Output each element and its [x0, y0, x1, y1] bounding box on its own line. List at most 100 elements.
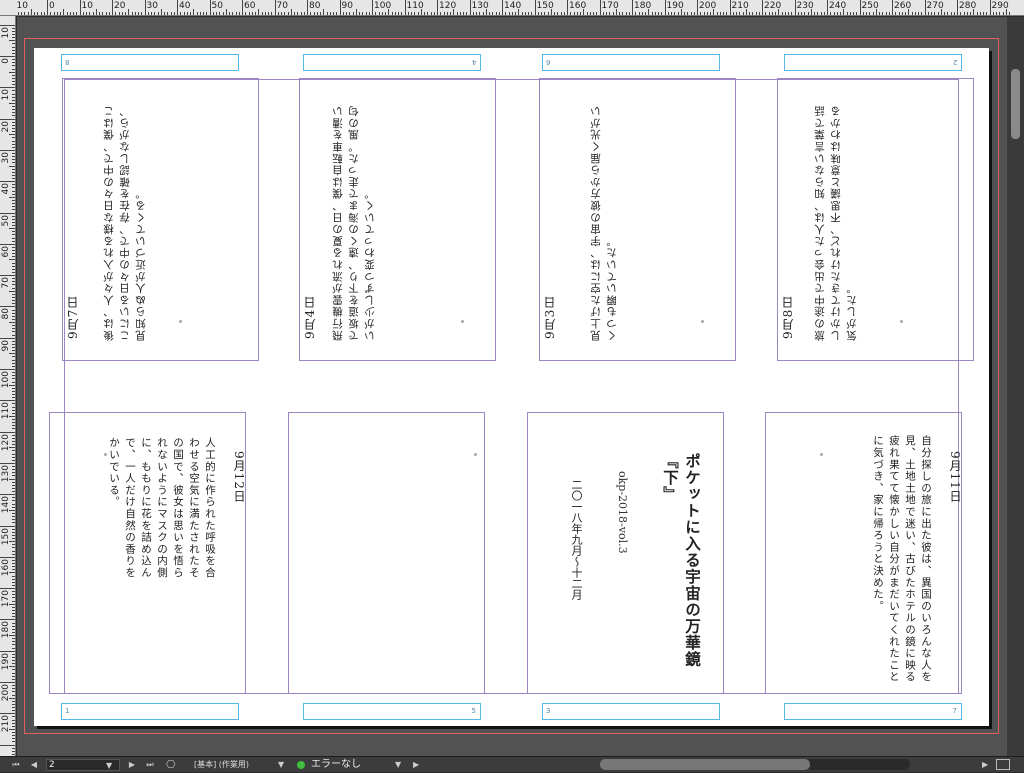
page-frame-bottom-4[interactable]: 9月11日 自分探しの旅に出た彼は、異国のいろんな人を見、土地土地で迷い、古びた…: [765, 412, 962, 694]
ruler-tick: [99, 12, 100, 15]
document-spread[interactable]: 8 4 6 2 9月7日 後は、人々が入れる様な日々の中で、僕はここにいる日々の…: [34, 48, 989, 726]
ruler-label: 70: [1, 277, 11, 289]
ruler-tick: [12, 653, 15, 655]
ruler-tick: [927, 12, 929, 15]
ruler-tick: [593, 12, 594, 15]
ruler-tick: [934, 12, 936, 15]
ruler-tick: [212, 12, 214, 15]
ruler-tick: [784, 12, 786, 15]
header-tag-frame[interactable]: 4: [303, 54, 481, 71]
ruler-tick: [12, 581, 15, 583]
ruler-tick: [781, 12, 783, 15]
ruler-tick: [12, 121, 15, 123]
ruler-tick: [12, 215, 15, 217]
ruler-tick: [12, 343, 15, 345]
preflight-profile-label[interactable]: [基本] (作業用): [194, 758, 249, 772]
header-tag-frame[interactable]: 6: [542, 54, 720, 71]
ruler-tick: [645, 12, 646, 15]
ruler-tick: [235, 12, 237, 15]
page-tag: 7: [952, 707, 957, 715]
ruler-tick: [12, 459, 15, 461]
ruler-tick: [313, 12, 315, 15]
page-frame-bottom-3[interactable]: ポケットに入る宇宙の万華鏡『下』 okp-2018-vol.3 二〇一八年九月〜…: [527, 412, 724, 694]
ruler-tick: [9, 697, 15, 699]
horizontal-scroll-thumb[interactable]: [600, 759, 810, 770]
ruler-tick: [95, 9, 97, 15]
page-body-text: 旅の途中で出会った人は、知らない言葉で話しかけてきたけれど、不思議と意味はわかる…: [814, 105, 858, 341]
horizontal-scrollbar[interactable]: [600, 759, 910, 770]
page-frame-bottom-1[interactable]: 9月12日 人工的に作られた呼吸を合わせる空気に満たされたその国で、彼女は思いを…: [49, 412, 246, 694]
vertical-scrollbar[interactable]: [1007, 17, 1024, 756]
ruler-tick: [12, 622, 15, 624]
ruler-tick: [12, 37, 15, 39]
ruler-tick: [12, 491, 15, 493]
vertical-scroll-thumb[interactable]: [1011, 69, 1020, 139]
ruler-tick: [801, 12, 802, 15]
header-tag-frame[interactable]: 2: [784, 54, 962, 71]
ruler-tick: [9, 290, 15, 292]
footer-tag-frame[interactable]: 7: [784, 703, 962, 720]
chevron-down-icon[interactable]: ▼: [395, 758, 401, 772]
page-frame-top-1[interactable]: 9月7日 後は、人々が入れる様な日々の中で、僕はここにいる日々の中で、存在を確認…: [62, 78, 259, 361]
page-frame-bottom-2[interactable]: [288, 412, 485, 694]
footer-tag-frame[interactable]: 3: [542, 703, 720, 720]
ruler-tick: [12, 631, 15, 633]
last-page-icon[interactable]: ⏭: [144, 758, 156, 772]
ruler-tick: [843, 9, 845, 15]
ruler-tick: [60, 12, 61, 15]
page-frame-top-3[interactable]: 9月3日 見上げた空には、宇宙の彼方から届く光がいくつも瞬いていた。: [539, 78, 736, 361]
ruler-tick: [30, 9, 32, 15]
ruler-tick: [12, 390, 15, 392]
first-page-icon[interactable]: ⏮: [10, 758, 22, 772]
footer-tag-frame[interactable]: 1: [61, 703, 239, 720]
ruler-tick: [89, 12, 91, 15]
scroll-right-icon[interactable]: ▶: [982, 758, 988, 772]
ruler-tick: [713, 9, 715, 15]
vertical-ruler[interactable]: 10 0 10 20 30 40 50 60 70 80 90 100 110 120 130 140 150 1…: [0, 16, 16, 756]
ruler-tick: [394, 12, 396, 15]
ruler-tick: [66, 12, 68, 15]
previous-page-icon[interactable]: ◀: [28, 758, 40, 772]
menu-arrow-icon[interactable]: ▶: [413, 758, 419, 772]
page-body-text: 後は、人々が入れる様な日々の中で、僕はここにいる日々の中で、存在を確認しながら、…: [103, 105, 147, 341]
ruler-tick: [12, 246, 15, 248]
ruler-label: 30: [146, 1, 158, 11]
next-page-icon[interactable]: ▶: [126, 758, 138, 772]
preflight-status-text[interactable]: エラーなし: [311, 758, 361, 772]
book-series-code: okp-2018-vol.3: [616, 471, 629, 554]
ruler-tick: [9, 322, 15, 324]
ruler-tick: [992, 12, 994, 15]
ruler-tick: [937, 12, 939, 15]
ruler-tick: [804, 12, 806, 15]
footer-tag-frame[interactable]: 5: [303, 703, 481, 720]
ruler-tick: [12, 187, 15, 189]
chevron-down-icon[interactable]: ▼: [106, 759, 119, 771]
ruler-tick: [12, 566, 15, 568]
page-frame-top-4[interactable]: 9月8日 旅の途中で出会った人は、知らない言葉で話しかけてきたけれど、不思議と意…: [777, 78, 974, 361]
ruler-tick: [12, 109, 15, 111]
ruler-tick: [9, 384, 15, 386]
ruler-tick: [417, 12, 419, 15]
ruler-tick: [365, 12, 367, 15]
ruler-tick: [12, 647, 15, 649]
ruler-tick: [245, 12, 247, 15]
ruler-tick: [115, 12, 117, 15]
ruler-tick: [0, 243, 15, 245]
ruler-tick: [258, 9, 260, 15]
ruler-tick: [12, 190, 15, 192]
ruler-tick: [12, 594, 15, 596]
ruler-tick: [404, 0, 406, 15]
chevron-down-icon[interactable]: ▼: [278, 758, 284, 772]
header-tag-frame[interactable]: 8: [61, 54, 239, 71]
page-tag: 2: [952, 58, 957, 66]
ruler-tick: [112, 0, 113, 15]
split-window-icon[interactable]: [996, 759, 1010, 770]
page-frame-top-2[interactable]: 9月4日 飛行機雲が流れる夏の日、僕は自転車を漕いで坂道を下り、遠くの海まで走っ…: [299, 78, 496, 361]
status-bar: ⏮ ◀ 2 ▼ ▶ ⏭ ⎔ [基本] (作業用) ▼ エラーなし ▼ ▶ ▶: [0, 756, 1024, 772]
ruler-tick: [914, 12, 916, 15]
ruler-tick: [651, 12, 653, 15]
ruler-tick: [206, 12, 208, 15]
horizontal-ruler[interactable]: 10 0 10 20 30 40 50 60 70 80 90 100 110 120 130 140 150 1…: [0, 0, 1024, 16]
ruler-tick: [12, 278, 15, 280]
open-page-icon[interactable]: ⎔: [166, 758, 176, 772]
